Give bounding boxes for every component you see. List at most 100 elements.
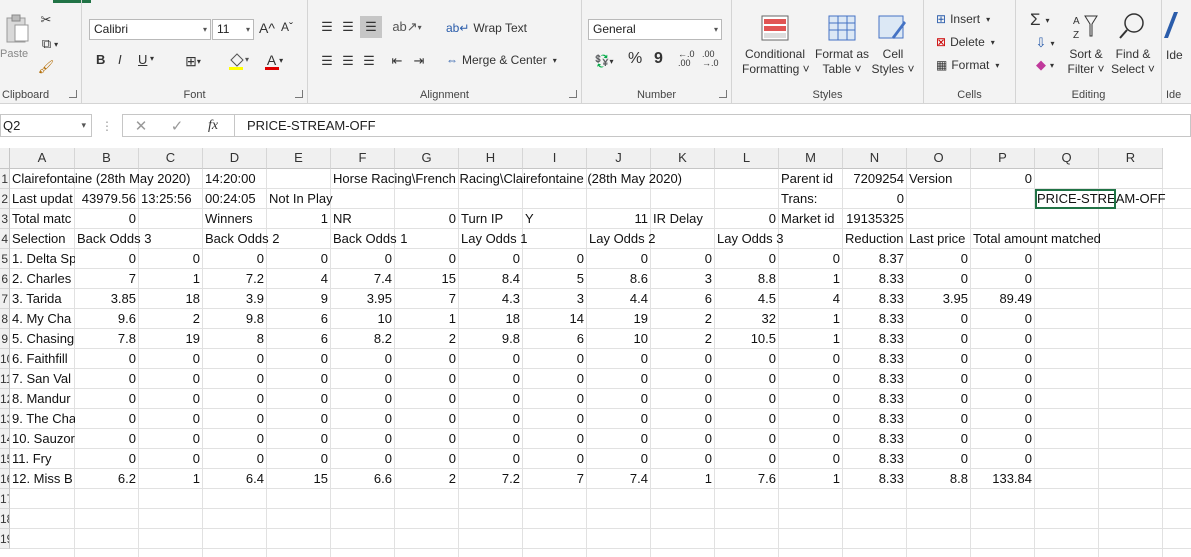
row-header-5[interactable]: 5	[0, 249, 10, 269]
cell-j5[interactable]: 0	[587, 249, 650, 269]
cell-o5[interactable]: 0	[907, 249, 970, 269]
borders-icon[interactable]: ⊞ ▾	[180, 52, 206, 70]
cell-e9[interactable]: 6	[267, 329, 330, 349]
cell-k6[interactable]: 3	[651, 269, 714, 289]
sort-filter-button[interactable]: Sort & Filter ˅	[1064, 47, 1108, 77]
cell-c13[interactable]: 0	[139, 409, 202, 429]
cell-c8[interactable]: 2	[139, 309, 202, 329]
cell-l16[interactable]: 7.6	[715, 469, 778, 489]
cell-a15[interactable]: 11. Fry	[10, 449, 75, 469]
cell-m3[interactable]: Market id	[779, 209, 843, 229]
cell-b7[interactable]: 3.85	[75, 289, 138, 309]
cell-j6[interactable]: 8.6	[587, 269, 650, 289]
row-header-19[interactable]: 19	[0, 529, 10, 549]
cell-k10[interactable]: 0	[651, 349, 714, 369]
row-header-7[interactable]: 7	[0, 289, 10, 309]
cell-c6[interactable]: 1	[139, 269, 202, 289]
row-header-14[interactable]: 14	[0, 429, 10, 449]
cell-g7[interactable]: 7	[395, 289, 458, 309]
find-select-button[interactable]: Find & Select ˅	[1110, 47, 1156, 77]
format-as-table-button[interactable]: Format as Table ˅	[814, 47, 870, 77]
fill-icon[interactable]: ⇩ ▾	[1030, 34, 1060, 52]
font-size-select[interactable]: 11 ▾	[212, 19, 254, 40]
cell-m5[interactable]: 0	[779, 249, 842, 269]
cell-g5[interactable]: 0	[395, 249, 458, 269]
cell-b10[interactable]: 0	[75, 349, 138, 369]
cell-n5[interactable]: 8.37	[843, 249, 906, 269]
cell-n6[interactable]: 8.33	[843, 269, 906, 289]
cell-o16[interactable]: 8.8	[907, 469, 970, 489]
cell-d9[interactable]: 8	[203, 329, 266, 349]
cell-d10[interactable]: 0	[203, 349, 266, 369]
cell-j7[interactable]: 4.4	[587, 289, 650, 309]
cell-m7[interactable]: 4	[779, 289, 842, 309]
cell-g10[interactable]: 0	[395, 349, 458, 369]
delete-button[interactable]: ⊠ Delete ▾	[936, 35, 995, 49]
cell-b14[interactable]: 0	[75, 429, 138, 449]
column-header-a[interactable]: A	[10, 148, 75, 169]
cell-l15[interactable]: 0	[715, 449, 778, 469]
cell-e14[interactable]: 0	[267, 429, 330, 449]
ideas-icon[interactable]	[1158, 10, 1182, 40]
cell-e2[interactable]: Not In Play	[267, 189, 779, 209]
decrease-indent-icon[interactable]: ⇤	[388, 52, 406, 70]
cell-b13[interactable]: 0	[75, 409, 138, 429]
italic-button[interactable]: I	[118, 52, 122, 67]
column-header-d[interactable]: D	[203, 148, 267, 169]
cell-k7[interactable]: 6	[651, 289, 714, 309]
cell-e8[interactable]: 6	[267, 309, 330, 329]
cell-d3[interactable]: Winners	[203, 209, 267, 229]
cell-m2[interactable]: Trans:	[779, 189, 843, 209]
cell-e5[interactable]: 0	[267, 249, 330, 269]
cell-l6[interactable]: 8.8	[715, 269, 778, 289]
cell-k13[interactable]: 0	[651, 409, 714, 429]
cell-p7[interactable]: 89.49	[971, 289, 1034, 309]
cell-b16[interactable]: 6.2	[75, 469, 138, 489]
cell-p8[interactable]: 0	[971, 309, 1034, 329]
cell-b2[interactable]: 43979.56	[75, 189, 138, 209]
cell-a14[interactable]: 10. Sauzor	[10, 429, 75, 449]
align-right-icon[interactable]: ☰	[360, 52, 378, 70]
cell-o6[interactable]: 0	[907, 269, 970, 289]
find-select-icon[interactable]	[1116, 10, 1148, 42]
cell-i16[interactable]: 7	[523, 469, 586, 489]
row-header-11[interactable]: 11	[0, 369, 10, 389]
cell-d11[interactable]: 0	[203, 369, 266, 389]
cell-f10[interactable]: 0	[331, 349, 394, 369]
cell-o11[interactable]: 0	[907, 369, 970, 389]
format-as-table-icon[interactable]	[827, 14, 857, 42]
cell-m13[interactable]: 0	[779, 409, 842, 429]
cell-f3[interactable]: NR	[331, 209, 395, 229]
cell-m11[interactable]: 0	[779, 369, 842, 389]
paste-icon[interactable]	[2, 12, 32, 46]
cell-e10[interactable]: 0	[267, 349, 330, 369]
cell-c5[interactable]: 0	[139, 249, 202, 269]
cell-a9[interactable]: 5. Chasing	[10, 329, 75, 349]
cell-a4[interactable]: Selection	[10, 229, 75, 249]
conditional-formatting-button[interactable]: Conditional Formatting ˅	[742, 47, 810, 77]
cell-a6[interactable]: 2. Charles	[10, 269, 75, 289]
row-header-2[interactable]: 2	[0, 189, 10, 209]
column-header-k[interactable]: K	[651, 148, 715, 169]
sort-filter-icon[interactable]: AZ	[1070, 12, 1104, 42]
cell-o12[interactable]: 0	[907, 389, 970, 409]
column-header-j[interactable]: J	[587, 148, 651, 169]
cell-g16[interactable]: 2	[395, 469, 458, 489]
number-launcher-icon[interactable]	[719, 90, 727, 98]
row-header-17[interactable]: 17	[0, 489, 10, 509]
cell-e3[interactable]: 1	[267, 209, 330, 229]
cell-n12[interactable]: 8.33	[843, 389, 906, 409]
cell-f4[interactable]: Back Odds 1	[331, 229, 459, 249]
row-header-18[interactable]: 18	[0, 509, 10, 529]
cell-g14[interactable]: 0	[395, 429, 458, 449]
column-header-c[interactable]: C	[139, 148, 203, 169]
cell-f6[interactable]: 7.4	[331, 269, 394, 289]
column-header-m[interactable]: M	[779, 148, 843, 169]
cell-n8[interactable]: 8.33	[843, 309, 906, 329]
cell-d13[interactable]: 0	[203, 409, 266, 429]
cell-l11[interactable]: 0	[715, 369, 778, 389]
shrink-font-button[interactable]: Aˇ	[281, 20, 293, 34]
cell-h10[interactable]: 0	[459, 349, 522, 369]
cell-f1[interactable]: Horse Racing\French Racing\Clairefontain…	[331, 169, 779, 189]
cell-b6[interactable]: 7	[75, 269, 138, 289]
